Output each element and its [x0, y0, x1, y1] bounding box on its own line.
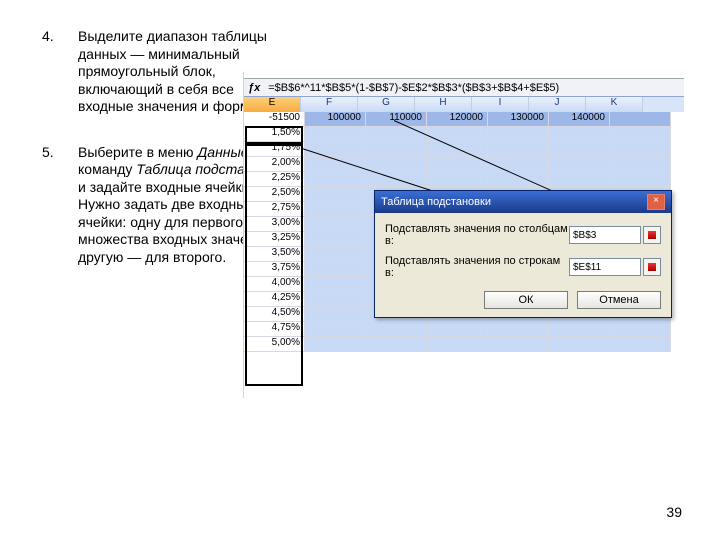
dialog-data-table: Таблица подстановки × Подставлять значен…	[374, 190, 672, 318]
cell[interactable]	[305, 337, 366, 352]
cell[interactable]	[427, 172, 488, 187]
cell[interactable]	[305, 232, 366, 247]
cell[interactable]	[610, 142, 671, 157]
formula-bar: ƒx =$B$6*^11*$B$5*(1-$B$7)-$E$2*$B$3*($B…	[244, 78, 684, 98]
cell[interactable]	[305, 277, 366, 292]
formula-value: =$B$6*^11*$B$5*(1-$B$7)-$E$2*$B$3*($B$3+…	[264, 82, 559, 94]
cell[interactable]: -51500	[244, 112, 305, 127]
cell[interactable]	[305, 187, 366, 202]
col-header[interactable]: E	[244, 97, 301, 113]
ok-button[interactable]: ОК	[484, 291, 568, 309]
fx-icon: ƒx	[244, 82, 264, 94]
cancel-button[interactable]: Отмена	[577, 291, 661, 309]
cell[interactable]	[305, 262, 366, 277]
step-number: 4.	[42, 28, 54, 46]
cell[interactable]	[305, 292, 366, 307]
cell[interactable]	[305, 247, 366, 262]
cell[interactable]	[305, 202, 366, 217]
cell[interactable]	[366, 142, 427, 157]
cell[interactable]	[488, 157, 549, 172]
cell[interactable]	[610, 157, 671, 172]
cell[interactable]	[305, 142, 366, 157]
cell[interactable]	[549, 127, 610, 142]
cell[interactable]	[610, 322, 671, 337]
close-icon[interactable]: ×	[647, 194, 665, 210]
col-header[interactable]: G	[358, 97, 415, 113]
cell[interactable]	[610, 112, 671, 127]
cell[interactable]	[366, 322, 427, 337]
cell[interactable]: 100000	[305, 112, 366, 127]
cell[interactable]	[305, 322, 366, 337]
cell[interactable]	[610, 337, 671, 352]
excel-screenshot: ƒx =$B$6*^11*$B$5*(1-$B$7)-$E$2*$B$3*($B…	[243, 72, 684, 398]
cell[interactable]	[549, 142, 610, 157]
cell[interactable]	[366, 157, 427, 172]
cell[interactable]	[427, 337, 488, 352]
cell[interactable]	[305, 307, 366, 322]
cell[interactable]	[488, 322, 549, 337]
cell[interactable]	[305, 172, 366, 187]
dlg-row2-input[interactable]	[569, 258, 641, 276]
cell[interactable]: 140000	[549, 112, 610, 127]
ref-picker-icon[interactable]	[643, 226, 661, 244]
cell[interactable]	[366, 337, 427, 352]
col-header[interactable]: K	[586, 97, 643, 113]
cell[interactable]: 110000	[366, 112, 427, 127]
cell[interactable]	[488, 337, 549, 352]
dlg-row1-label: Подставлять значения по столбцам в:	[385, 223, 569, 247]
cell[interactable]: 120000	[427, 112, 488, 127]
col-header[interactable]: I	[472, 97, 529, 113]
cell[interactable]	[610, 127, 671, 142]
cell[interactable]	[549, 337, 610, 352]
dialog-titlebar[interactable]: Таблица подстановки ×	[375, 191, 671, 213]
cell[interactable]	[610, 172, 671, 187]
cell[interactable]	[305, 217, 366, 232]
page-number: 39	[666, 504, 682, 520]
ref-picker-icon[interactable]	[643, 258, 661, 276]
dlg-row1-input[interactable]	[569, 226, 641, 244]
cell[interactable]	[305, 127, 366, 142]
col-header[interactable]: F	[301, 97, 358, 113]
dlg-row2-label: Подставлять значения по строкам в:	[385, 255, 569, 279]
dialog-title: Таблица подстановки	[381, 196, 491, 208]
cell[interactable]	[488, 142, 549, 157]
col-header[interactable]: H	[415, 97, 472, 113]
cell[interactable]	[488, 127, 549, 142]
cell[interactable]	[549, 322, 610, 337]
cell[interactable]	[427, 322, 488, 337]
cell[interactable]	[366, 127, 427, 142]
cell[interactable]	[549, 172, 610, 187]
cell[interactable]	[549, 157, 610, 172]
annotation-box-leftcol	[245, 142, 303, 386]
step-number: 5.	[42, 144, 54, 162]
cell[interactable]: 130000	[488, 112, 549, 127]
col-header[interactable]: J	[529, 97, 586, 113]
